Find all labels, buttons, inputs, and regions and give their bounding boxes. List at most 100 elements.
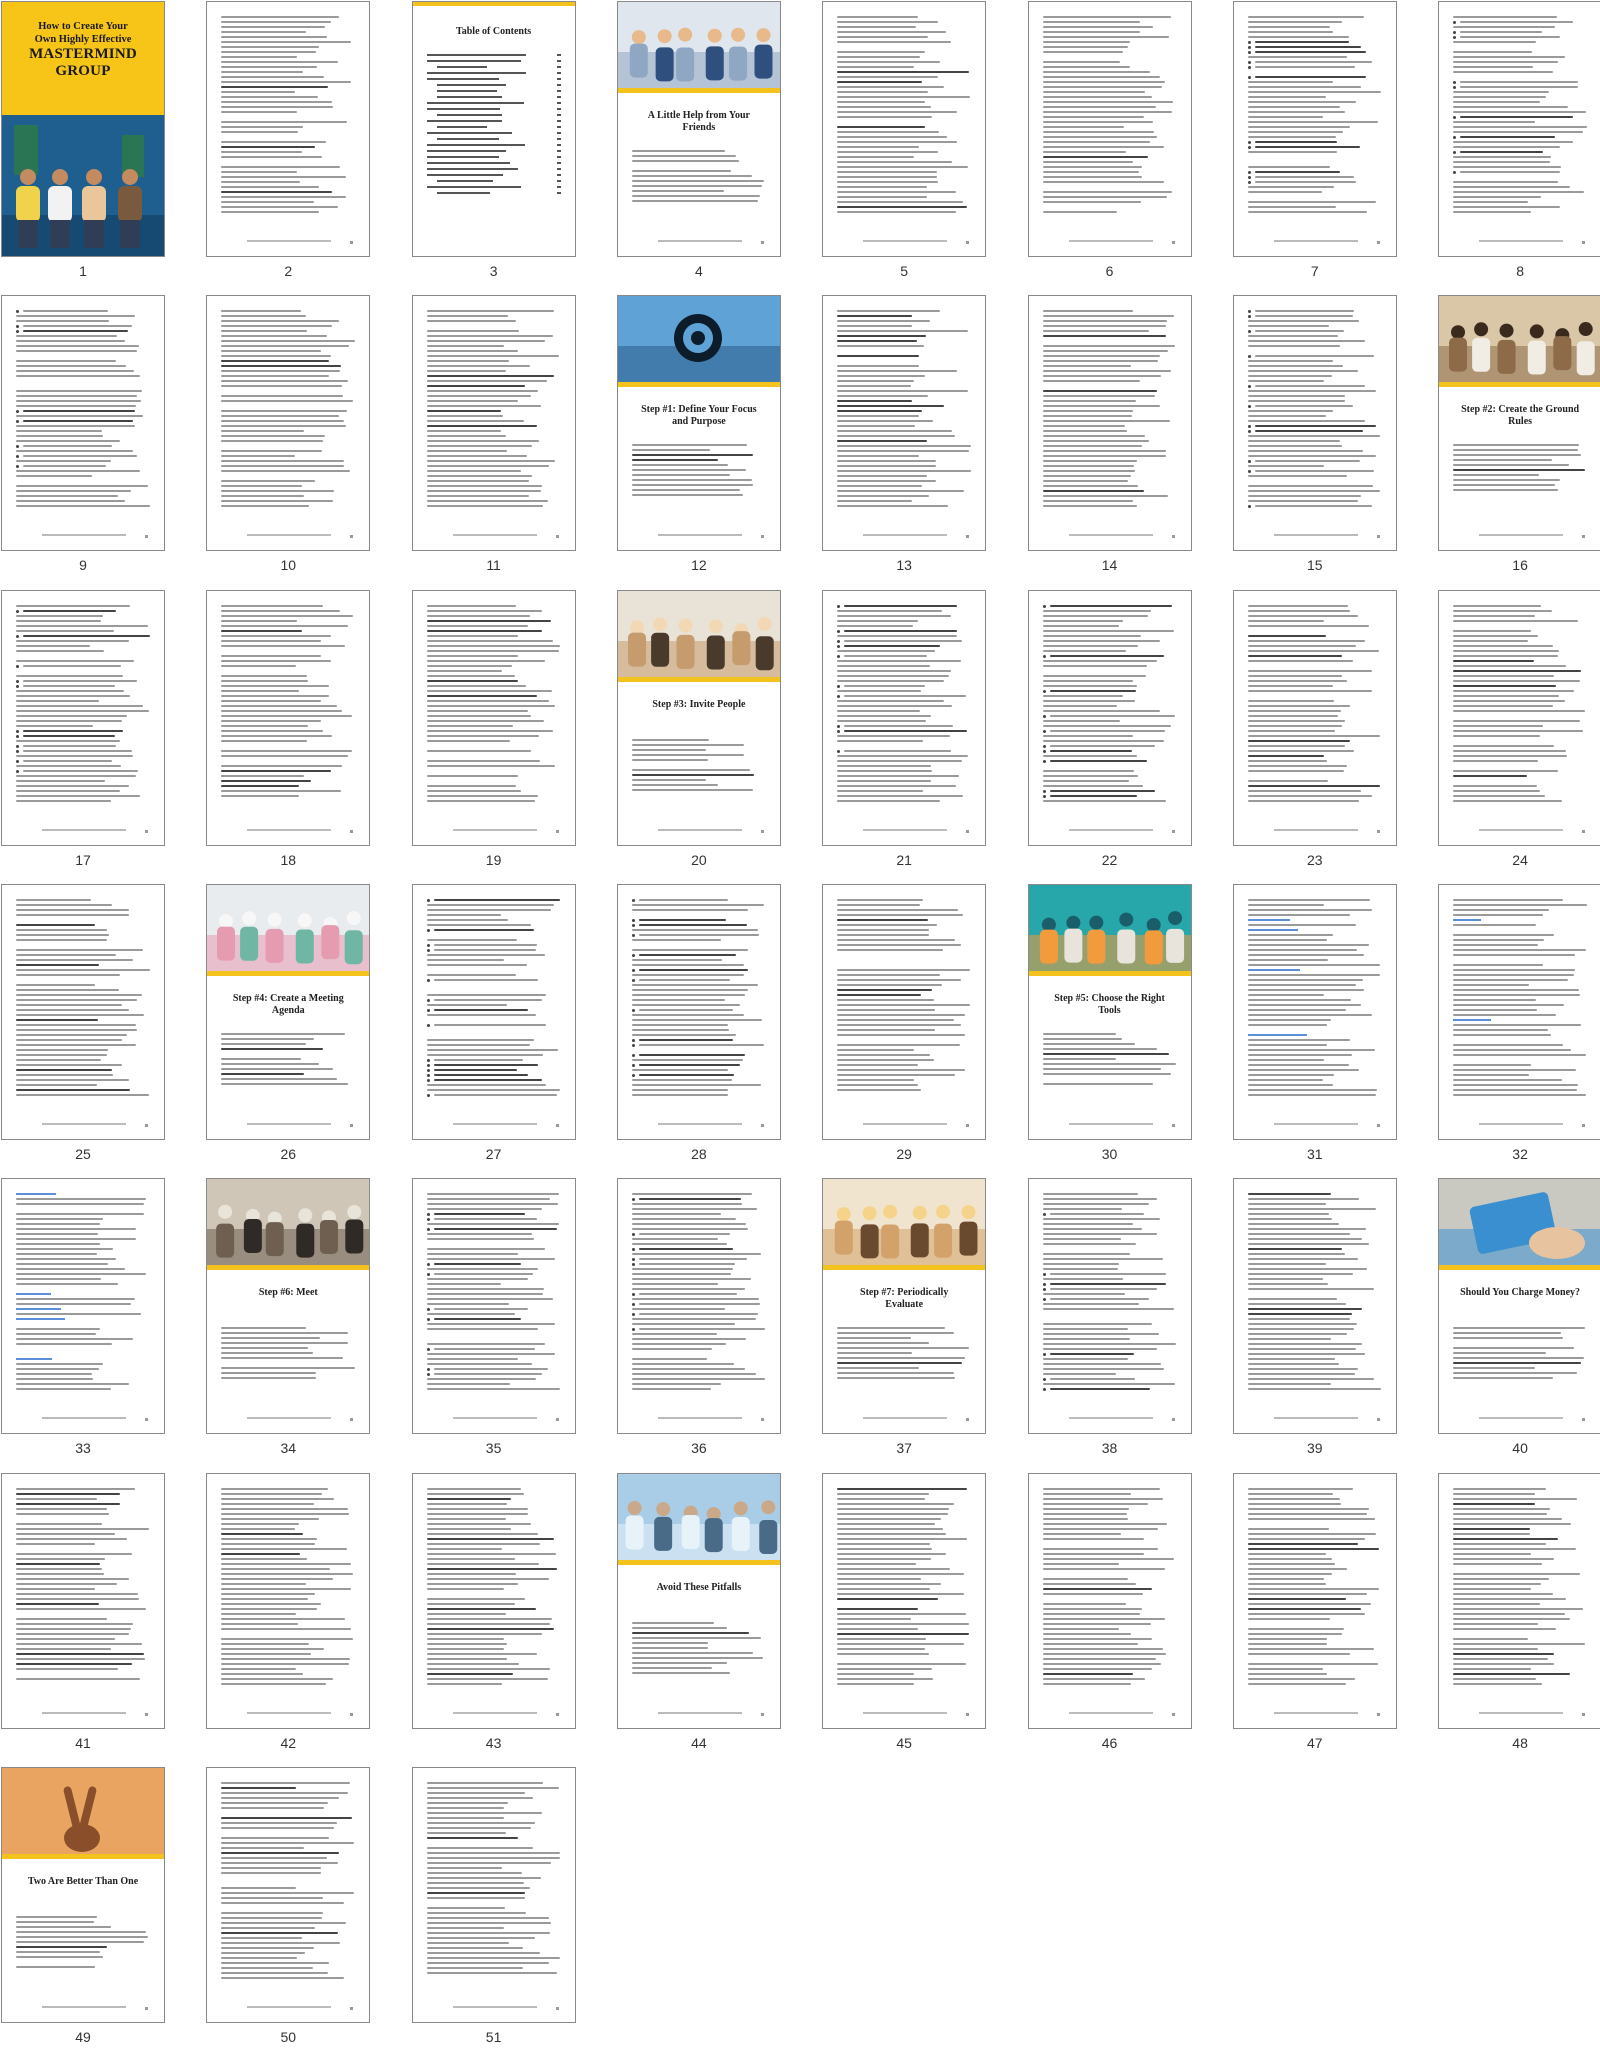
- page-cell: 35: [411, 1178, 617, 1473]
- page-thumbnail[interactable]: [206, 1472, 371, 1729]
- page-thumbnail[interactable]: Step #4: Create a Meeting Agenda: [206, 883, 371, 1140]
- page-thumbnail[interactable]: [411, 295, 576, 552]
- page-footer: [657, 1711, 742, 1714]
- page-thumbnail[interactable]: [822, 589, 987, 846]
- page-thumbnail[interactable]: Table of Contents: [411, 1, 576, 257]
- text-line: [221, 1846, 304, 1849]
- page-thumbnail[interactable]: [1027, 295, 1192, 552]
- text-line: [221, 1587, 351, 1590]
- page-thumbnail[interactable]: How to Create Your Own Highly Effective MA…: [1, 1, 165, 257]
- page-thumbnail[interactable]: [411, 1178, 576, 1435]
- page-thumbnail[interactable]: [411, 1472, 576, 1729]
- page-number-label: 6: [1105, 263, 1114, 279]
- page-cell: 39: [1232, 1178, 1438, 1473]
- page-thumbnail[interactable]: [1232, 1472, 1397, 1729]
- text-line: [1453, 1492, 1535, 1495]
- text-line: [1042, 1487, 1161, 1490]
- page-thumbnail[interactable]: [616, 1178, 781, 1435]
- bullet-item: [1042, 714, 1177, 720]
- text-line: [16, 923, 96, 926]
- text-line: [16, 789, 120, 792]
- bullet-dot: [426, 1058, 430, 1062]
- text-line: [1247, 1253, 1345, 1256]
- text-line: [221, 1901, 345, 1904]
- page-thumbnail[interactable]: [822, 1, 987, 257]
- text-line: [426, 1876, 542, 1879]
- text-line: [221, 211, 319, 213]
- page-thumbnail[interactable]: Step #6: Meet: [206, 1178, 371, 1435]
- text-line: [1453, 689, 1574, 692]
- text-line: [1049, 1388, 1151, 1391]
- page-thumbnail[interactable]: Step #3: Invite People: [616, 589, 781, 846]
- page-thumbnail[interactable]: Step #7: Periodically Evaluate: [822, 1178, 987, 1435]
- text-line: [221, 1826, 334, 1829]
- text-line: [638, 1043, 765, 1046]
- text-line: [426, 1293, 543, 1296]
- page-thumbnail[interactable]: A Little Help from Your Friends: [616, 1, 781, 257]
- text-block: [16, 898, 150, 1099]
- page-number-label: 21: [896, 851, 912, 868]
- text-line: [221, 644, 345, 647]
- toc-entry-text: [436, 96, 503, 98]
- page-thumbnail[interactable]: Should You Charge Money?: [1438, 1178, 1600, 1435]
- text-line: [1247, 779, 1329, 782]
- page-thumbnail[interactable]: [1, 1472, 165, 1729]
- page-thumbnail[interactable]: [206, 589, 371, 846]
- text-line: [837, 146, 920, 148]
- page-thumbnail[interactable]: [411, 883, 576, 1140]
- page-thumbnail[interactable]: [1027, 1472, 1192, 1729]
- page-thumbnail[interactable]: [1027, 1178, 1192, 1435]
- page-thumbnail[interactable]: [1, 295, 165, 552]
- page-thumbnail[interactable]: [1232, 295, 1397, 552]
- page-thumbnail[interactable]: [822, 1472, 987, 1729]
- page-thumbnail[interactable]: [1232, 883, 1397, 1140]
- text-line: [631, 160, 739, 162]
- page-thumbnail[interactable]: [1, 883, 165, 1140]
- page-thumbnail[interactable]: [1232, 1, 1397, 257]
- toc-page-number: [556, 156, 561, 158]
- text-line: [1049, 1288, 1157, 1291]
- page-thumbnail[interactable]: [1438, 1472, 1600, 1729]
- page-thumbnail[interactable]: [1027, 1, 1192, 257]
- page-thumbnail[interactable]: Two Are Better Than One: [1, 1766, 165, 2023]
- text-line: [221, 470, 351, 473]
- page-thumbnail[interactable]: Step #2: Create the Ground Rules: [1438, 295, 1600, 552]
- text-line: [221, 1801, 328, 1804]
- text-line: [221, 191, 333, 193]
- text-line: [1247, 1562, 1336, 1565]
- page-thumbnail[interactable]: [206, 1, 371, 257]
- page-thumbnail[interactable]: Step #1: Define Your Focus and Purpose: [616, 295, 781, 552]
- page-thumbnail[interactable]: [1027, 589, 1192, 846]
- page-thumbnail[interactable]: [1438, 883, 1600, 1140]
- page-thumbnail[interactable]: [1, 589, 165, 846]
- page-thumbnail[interactable]: [616, 883, 781, 1140]
- page-thumbnail[interactable]: [822, 295, 987, 552]
- page-thumbnail[interactable]: [822, 883, 987, 1140]
- page-thumbnail[interactable]: [1, 1178, 165, 1435]
- page-thumbnail[interactable]: [206, 295, 371, 552]
- page-thumbnail[interactable]: Step #5: Choose the Right Tools: [1027, 883, 1192, 1140]
- page-thumbnail[interactable]: [1232, 1178, 1397, 1435]
- text-line: [1247, 913, 1351, 916]
- text-line: [1247, 1652, 1350, 1655]
- text-line: [1247, 166, 1330, 168]
- text-line: [1042, 146, 1165, 148]
- page-thumbnail[interactable]: Avoid These Pitfalls: [616, 1472, 781, 1729]
- page-thumbnail[interactable]: [1438, 1, 1600, 257]
- text-line: [426, 963, 528, 966]
- page-thumbnail[interactable]: [411, 589, 576, 846]
- page-thumbnail[interactable]: [1232, 589, 1397, 846]
- text-line: [837, 1013, 965, 1016]
- text-line: [1247, 1358, 1336, 1361]
- text-line: [1247, 1288, 1375, 1291]
- text-line: [1049, 1273, 1166, 1276]
- text-line: [16, 1577, 129, 1580]
- text-line: [1042, 1368, 1164, 1371]
- page-thumbnail[interactable]: [206, 1766, 371, 2023]
- page-thumbnail[interactable]: [411, 1766, 576, 2023]
- page-thumbnail[interactable]: [1438, 589, 1600, 846]
- text-line: [1247, 1547, 1380, 1550]
- text-line: [221, 639, 322, 642]
